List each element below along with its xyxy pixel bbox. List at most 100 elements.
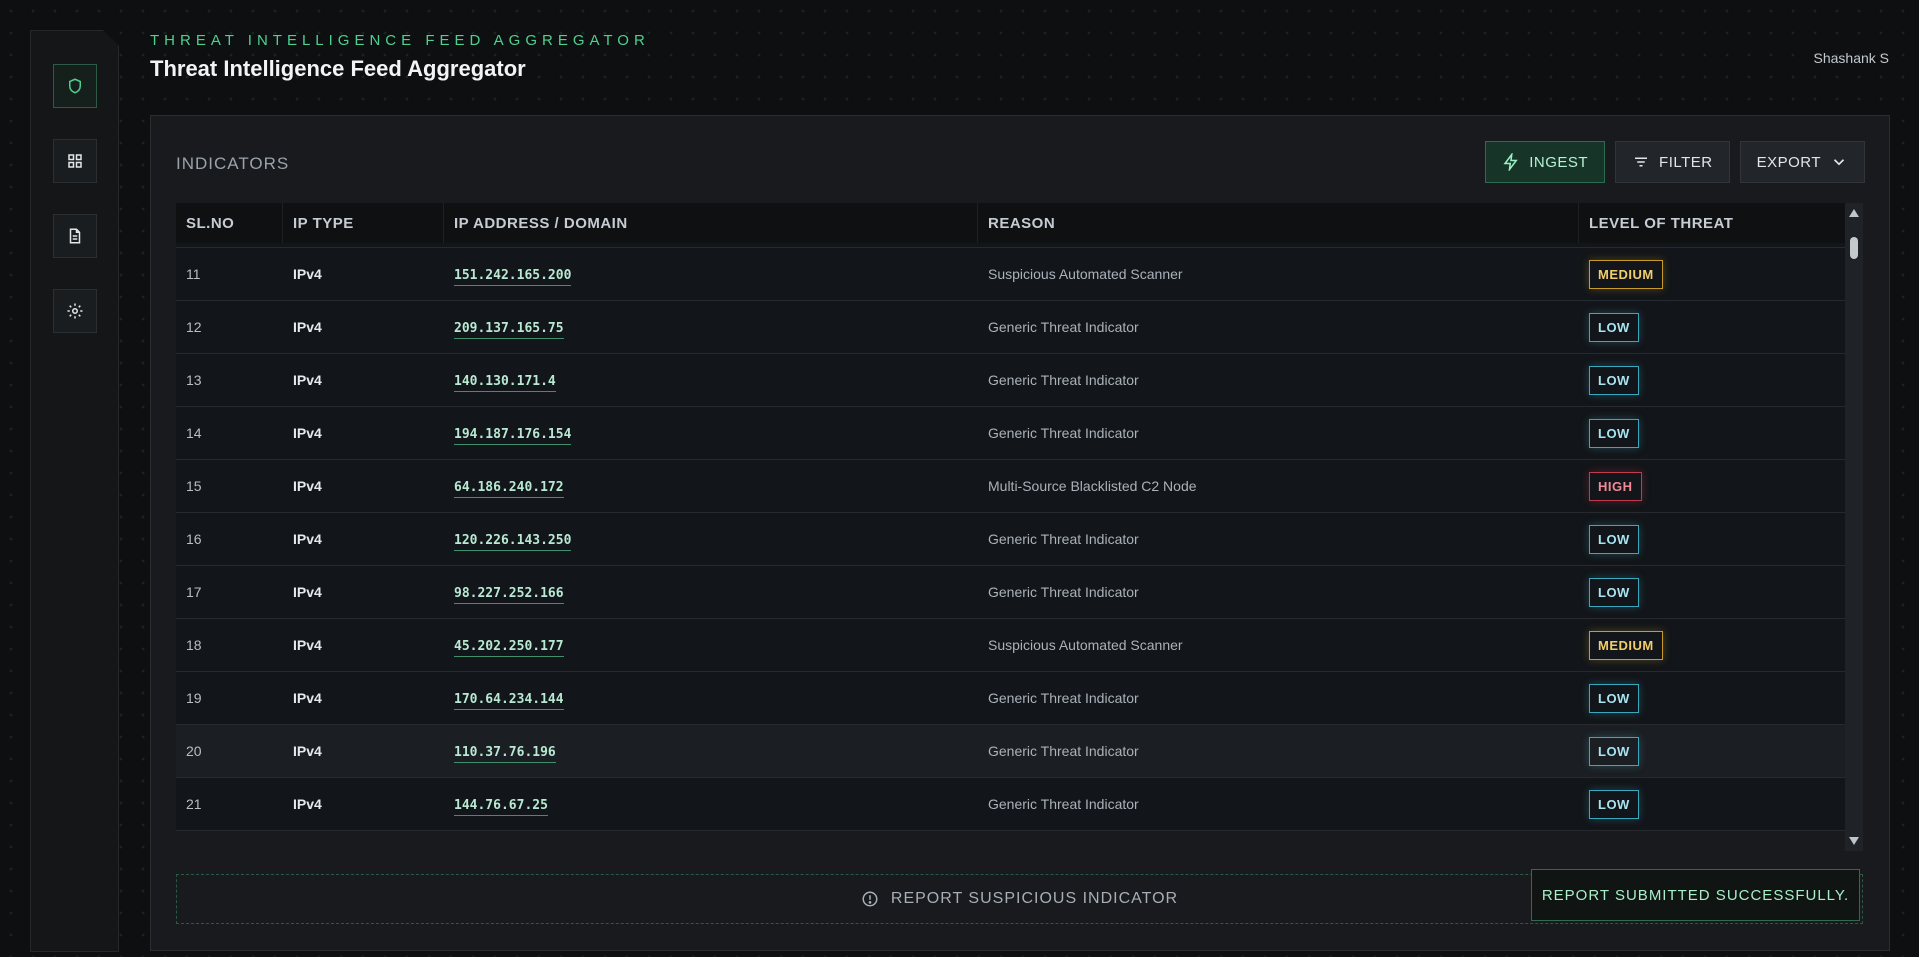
address-link[interactable]: 151.242.165.200 xyxy=(454,267,572,286)
cell-threat-level: LOW xyxy=(1579,524,1845,554)
filter-icon xyxy=(1635,157,1648,167)
cell-address: 110.37.76.196 xyxy=(444,743,978,763)
table-scrollbar[interactable] xyxy=(1845,203,1863,851)
panel-title: INDICATORS xyxy=(176,154,290,173)
table-row[interactable]: 16 IPv4 120.226.143.250 Generic Threat Indi… xyxy=(176,513,1845,566)
table-header: SL.NO IP TYPE IP ADDRESS / DOMAIN REASON… xyxy=(176,203,1845,243)
cell-threat-level: LOW xyxy=(1579,683,1845,713)
threat-level-badge: MEDIUM xyxy=(1589,630,1663,660)
cell-ip-type: IPv4 xyxy=(293,319,322,335)
threat-level-badge: LOW xyxy=(1589,577,1639,607)
cell-sl-no: 13 xyxy=(186,372,202,388)
indicators-panel: INDICATORS INGEST FILTER EXPORT 10IPv465… xyxy=(150,115,1890,951)
cell-reason: Generic Threat Indicator xyxy=(988,743,1139,759)
threat-level-badge: MEDIUM xyxy=(1589,259,1663,289)
threat-level-badge: LOW xyxy=(1589,789,1639,819)
nav-reports-button[interactable] xyxy=(53,214,97,258)
table-row[interactable]: 21 IPv4 144.76.67.25 Generic Threat Indicat… xyxy=(176,778,1845,831)
cell-threat-level: LOW xyxy=(1579,789,1845,819)
column-header-reason[interactable]: REASON xyxy=(978,203,1579,243)
cell-reason: Generic Threat Indicator xyxy=(988,372,1139,388)
scroll-down-arrow-icon[interactable] xyxy=(1849,837,1859,845)
address-link[interactable]: 45.202.250.177 xyxy=(454,638,564,657)
cell-address: 151.242.165.200 xyxy=(444,266,978,286)
cell-reason: Generic Threat Indicator xyxy=(988,584,1139,600)
cell-address: 194.187.176.154 xyxy=(444,425,978,445)
scroll-up-arrow-icon[interactable] xyxy=(1849,209,1859,217)
address-link[interactable]: 209.137.165.75 xyxy=(454,320,564,339)
cell-sl-no: 12 xyxy=(186,319,202,335)
address-link[interactable]: 144.76.67.25 xyxy=(454,797,548,816)
lightning-icon xyxy=(1503,153,1518,171)
cell-ip-type: IPv4 xyxy=(293,266,322,282)
table-row[interactable]: 11 IPv4 151.242.165.200 Suspicious Automate… xyxy=(176,248,1845,301)
cell-reason: Suspicious Automated Scanner xyxy=(988,637,1183,653)
page-title: Threat Intelligence Feed Aggregator xyxy=(150,56,526,81)
nav-dashboard-button[interactable] xyxy=(53,139,97,183)
threat-level-badge: LOW xyxy=(1589,524,1639,554)
table-row[interactable]: 19 IPv4 170.64.234.144 Generic Threat Indic… xyxy=(176,672,1845,725)
cell-reason: Generic Threat Indicator xyxy=(988,796,1139,812)
column-header-threat-level[interactable]: LEVEL OF THREAT xyxy=(1579,203,1845,243)
threat-level-badge: LOW xyxy=(1589,312,1639,342)
dashboard-grid-icon xyxy=(68,154,82,168)
cell-address: 140.130.171.4 xyxy=(444,372,978,392)
table-row[interactable]: 13 IPv4 140.130.171.4 Generic Threat Indica… xyxy=(176,354,1845,407)
address-link[interactable]: 194.187.176.154 xyxy=(454,426,572,445)
cell-ip-type: IPv4 xyxy=(293,425,322,441)
cell-ip-type: IPv4 xyxy=(293,372,322,388)
address-link[interactable]: 140.130.171.4 xyxy=(454,373,556,392)
table-row[interactable]: 20 IPv4 110.37.76.196 Generic Threat Indica… xyxy=(176,725,1845,778)
column-header-address[interactable]: IP ADDRESS / DOMAIN xyxy=(444,203,978,243)
cell-reason: Generic Threat Indicator xyxy=(988,319,1139,335)
table-row[interactable]: 14 IPv4 194.187.176.154 Generic Threat Indi… xyxy=(176,407,1845,460)
gear-icon xyxy=(67,303,83,319)
cell-ip-type: IPv4 xyxy=(293,743,322,759)
column-header-sl[interactable]: SL.NO xyxy=(176,203,283,243)
cell-threat-level: LOW xyxy=(1579,736,1845,766)
address-link[interactable]: 64.186.240.172 xyxy=(454,479,564,498)
table-row[interactable]: 18 IPv4 45.202.250.177 Suspicious Automated… xyxy=(176,619,1845,672)
threat-level-badge: LOW xyxy=(1589,683,1639,713)
table-body: 10IPv465.21.203.146Generic Threat Indica… xyxy=(176,203,1845,831)
cell-ip-type: IPv4 xyxy=(293,637,322,653)
export-button[interactable]: EXPORT xyxy=(1739,141,1865,183)
table-row[interactable]: 15 IPv4 64.186.240.172 Multi-Source Blackli… xyxy=(176,460,1845,513)
success-toast: REPORT SUBMITTED SUCCESSFULLY. xyxy=(1531,869,1860,921)
address-link[interactable]: 110.37.76.196 xyxy=(454,744,556,763)
table-row[interactable]: 17 IPv4 98.227.252.166 Generic Threat Indic… xyxy=(176,566,1845,619)
cell-address: 45.202.250.177 xyxy=(444,637,978,657)
toolbar: INGEST FILTER EXPORT xyxy=(1485,141,1865,183)
threat-level-badge: LOW xyxy=(1589,736,1639,766)
address-link[interactable]: 170.64.234.144 xyxy=(454,691,564,710)
threat-level-badge: LOW xyxy=(1589,418,1639,448)
threat-level-badge: LOW xyxy=(1589,365,1639,395)
cell-reason: Generic Threat Indicator xyxy=(988,531,1139,547)
cell-sl-no: 19 xyxy=(186,690,202,706)
scrollbar-thumb[interactable] xyxy=(1850,237,1858,259)
user-name[interactable]: Shashank S xyxy=(1814,50,1890,66)
cell-reason: Generic Threat Indicator xyxy=(988,690,1139,706)
shield-icon xyxy=(69,78,81,94)
cell-sl-no: 11 xyxy=(186,266,201,282)
report-label: REPORT SUSPICIOUS INDICATOR xyxy=(890,890,1179,907)
cell-address: 98.227.252.166 xyxy=(444,584,978,604)
nav-settings-button[interactable] xyxy=(53,289,97,333)
cell-sl-no: 14 xyxy=(186,425,202,441)
cell-threat-level: LOW xyxy=(1579,365,1845,395)
address-link[interactable]: 120.226.143.250 xyxy=(454,532,572,551)
ingest-label: INGEST xyxy=(1529,153,1589,171)
cell-sl-no: 18 xyxy=(186,637,202,653)
cell-ip-type: IPv4 xyxy=(293,478,322,494)
filter-button[interactable]: FILTER xyxy=(1615,141,1730,183)
address-link[interactable]: 98.227.252.166 xyxy=(454,585,564,604)
nav-shield-button[interactable] xyxy=(53,64,97,108)
table-row[interactable]: 12 IPv4 209.137.165.75 Generic Threat Indic… xyxy=(176,301,1845,354)
cell-reason: Multi-Source Blacklisted C2 Node xyxy=(988,478,1197,494)
cell-threat-level: LOW xyxy=(1579,418,1845,448)
sidebar xyxy=(30,30,119,952)
cell-threat-level: LOW xyxy=(1579,577,1845,607)
ingest-button[interactable]: INGEST xyxy=(1485,141,1606,183)
cell-reason: Suspicious Automated Scanner xyxy=(988,266,1183,282)
column-header-ip-type[interactable]: IP TYPE xyxy=(283,203,444,243)
